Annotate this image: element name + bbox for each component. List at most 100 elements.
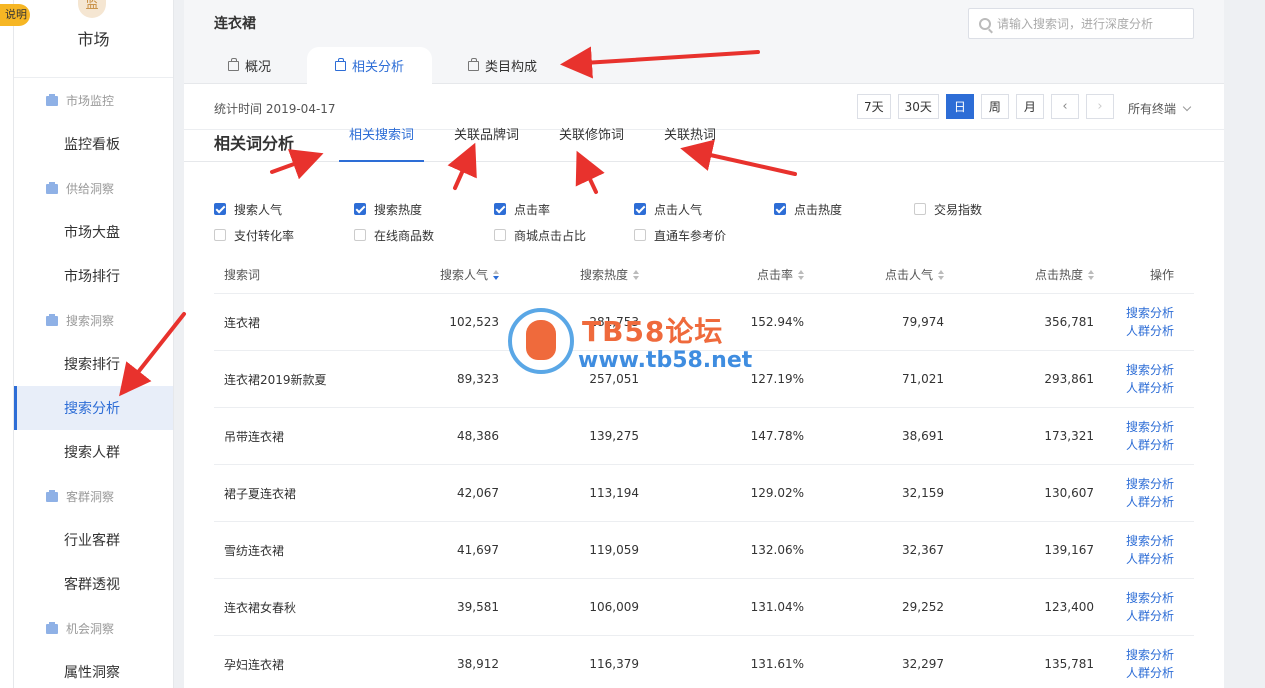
sidebar-item-attribute-insight[interactable]: 属性洞察 [14,650,173,688]
metric-checkbox[interactable]: 搜索人气 [214,201,354,218]
unchecked-box-icon[interactable] [354,229,366,241]
sidebar-item-search-analysis[interactable]: 搜索分析 [14,386,173,430]
search-input[interactable] [997,16,1177,31]
checked-box-icon[interactable] [634,203,646,215]
metric-checkbox[interactable]: 点击热度 [774,201,914,218]
crowd-analysis-link[interactable]: 人群分析 [1126,379,1174,397]
col-click-heat[interactable]: 点击热度 [944,266,1094,283]
search-analysis-link[interactable]: 搜索分析 [1126,532,1174,550]
metric-checkbox[interactable]: 直通车参考价 [634,227,774,244]
sidebar-item-search-ranking[interactable]: 搜索排行 [14,342,173,386]
sidebar-item-search-crowd[interactable]: 搜索人群 [14,430,173,474]
search-analysis-link[interactable]: 搜索分析 [1126,418,1174,436]
tab-category-composition[interactable]: 类目构成 [454,47,551,84]
metric-checkbox[interactable]: 交易指数 [914,201,1054,218]
col-click-rate[interactable]: 点击率 [639,266,804,283]
crowd-analysis-link[interactable]: 人群分析 [1126,322,1174,340]
sidebar-item-market-ranking[interactable]: 市场排行 [14,254,173,298]
unchecked-box-icon[interactable] [914,203,926,215]
cell-click-popularity: 32,297 [902,657,944,671]
unchecked-box-icon[interactable] [214,229,226,241]
action-links: 搜索分析 人群分析 [1094,532,1174,568]
sidebar-item-industry-customers[interactable]: 行业客群 [14,518,173,562]
subtab-related-brand-words[interactable]: 关联品牌词 [444,129,529,162]
terminal-select[interactable]: 所有终端 [1128,100,1192,117]
sidebar-item-market-overview[interactable]: 市场大盘 [14,210,173,254]
prev-date-button[interactable]: ‹ [1050,94,1079,119]
search-analysis-link[interactable]: 搜索分析 [1126,361,1174,379]
subtab-related-hot-words[interactable]: 关联热词 [654,129,726,162]
checked-box-icon[interactable] [354,203,366,215]
crowd-analysis-link[interactable]: 人群分析 [1126,493,1174,511]
section-title: 相关词分析 [214,134,295,153]
checked-box-icon[interactable] [494,203,506,215]
cell-click-popularity: 38,691 [902,429,944,443]
cell-search-heat: 113,194 [589,486,639,500]
metric-checkbox[interactable]: 点击率 [494,201,634,218]
metric-checkbox[interactable]: 支付转化率 [214,227,354,244]
market-label[interactable]: 市场 [14,26,173,50]
nav-group-search: 搜索洞察 [14,298,173,342]
unchecked-box-icon[interactable] [494,229,506,241]
range-week-button[interactable]: 周 [980,94,1009,119]
briefcase-icon [46,94,58,106]
nav-group-customer: 客群洞察 [14,474,173,518]
col-search-popularity[interactable]: 搜索人气 [384,266,499,283]
cell-click-popularity: 29,252 [902,600,944,614]
nav-group-label: 客群洞察 [66,489,115,504]
cell-search-popularity: 38,912 [457,657,499,671]
explain-badge[interactable]: 说明 [0,4,30,26]
range-7d-button[interactable]: 7天 [857,94,891,119]
metric-checkbox[interactable]: 在线商品数 [354,227,494,244]
sort-icon[interactable] [633,270,639,280]
search-analysis-link[interactable]: 搜索分析 [1126,646,1174,664]
sort-icon[interactable] [938,270,944,280]
col-click-popularity[interactable]: 点击人气 [804,266,944,283]
cell-search-popularity: 42,067 [457,486,499,500]
metric-checkbox[interactable]: 商城点击占比 [494,227,634,244]
crowd-analysis-link[interactable]: 人群分析 [1126,436,1174,454]
col-search-heat[interactable]: 搜索热度 [499,266,639,283]
cell-click-rate: 131.04% [750,600,804,614]
cell-click-popularity: 32,367 [902,543,944,557]
search-box[interactable] [968,8,1194,39]
checked-box-icon[interactable] [214,203,226,215]
cell-actions: 搜索分析 人群分析 [1094,475,1184,511]
range-month-button[interactable]: 月 [1015,94,1044,119]
range-day-button[interactable]: 日 [945,94,974,119]
subtab-related-search-words[interactable]: 相关搜索词 [339,129,425,162]
crowd-analysis-link[interactable]: 人群分析 [1126,607,1174,625]
tab-related-analysis[interactable]: 相关分析 [307,47,433,84]
search-analysis-link[interactable]: 搜索分析 [1126,304,1174,322]
cell-search-popularity: 89,323 [457,372,499,386]
search-analysis-link[interactable]: 搜索分析 [1126,589,1174,607]
cell-click-popularity: 79,974 [902,315,944,329]
search-analysis-link[interactable]: 搜索分析 [1126,475,1174,493]
metric-checkbox[interactable]: 点击人气 [634,201,774,218]
checked-box-icon[interactable] [774,203,786,215]
market-header: 监 市场 [14,0,173,78]
crowd-analysis-link[interactable]: 人群分析 [1126,664,1174,682]
cell-search-popularity: 102,523 [449,315,499,329]
sort-icon[interactable] [798,270,804,280]
cell-click-rate: 132.06% [750,543,804,557]
metric-label: 点击热度 [794,202,843,217]
subtab-related-modifier-words[interactable]: 关联修饰词 [549,129,634,162]
sidebar-item-monitor-board[interactable]: 监控看板 [14,122,173,166]
cell-click-heat: 356,781 [1044,315,1094,329]
next-date-button[interactable]: › [1085,94,1114,119]
unchecked-box-icon[interactable] [634,229,646,241]
crowd-analysis-link[interactable]: 人群分析 [1126,550,1174,568]
table-row: 孕妇连衣裙 38,912 116,379 131.61% 32,297 135,781 搜索… [214,636,1194,688]
sort-icon[interactable] [1088,270,1094,280]
tab-overview[interactable]: 概况 [214,47,285,84]
cell-click-rate: 147.78% [750,429,804,443]
analysis-subtabs: 相关搜索词 关联品牌词 关联修饰词 关联热词 [339,129,746,162]
range-30d-button[interactable]: 30天 [897,94,939,119]
metric-checkbox[interactable]: 搜索热度 [354,201,494,218]
cell-click-rate: 131.61% [750,657,804,671]
cell-keyword: 连衣裙 [224,315,261,330]
sidebar-item-customer-insight[interactable]: 客群透视 [14,562,173,606]
sort-icon[interactable] [493,270,499,280]
cell-search-popularity: 48,386 [457,429,499,443]
